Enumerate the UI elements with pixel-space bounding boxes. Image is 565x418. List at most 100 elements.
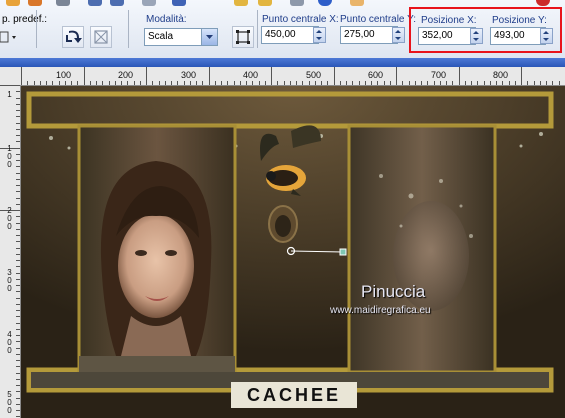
reset-button[interactable] xyxy=(90,26,112,48)
ruler-tick xyxy=(159,81,160,85)
ruler-tick xyxy=(16,410,20,411)
center-button[interactable] xyxy=(232,26,254,48)
ruler-tick xyxy=(16,179,20,180)
ruler-tick xyxy=(290,81,291,85)
undo-icon[interactable] xyxy=(172,0,186,6)
save-icon[interactable] xyxy=(88,0,102,6)
ruler-tick xyxy=(16,348,20,349)
help-icon[interactable] xyxy=(318,0,332,6)
ruler-tick xyxy=(16,398,20,399)
ruler-tick xyxy=(552,81,553,85)
ruler-tick xyxy=(16,160,20,161)
center-y-input[interactable]: 275,00 xyxy=(340,26,398,44)
ruler-label: 4 0 0 xyxy=(7,330,12,355)
ruler-tick xyxy=(527,81,528,85)
mode-label: Modalità: xyxy=(146,14,187,25)
ruler-tick xyxy=(321,81,322,85)
position-y-spinner[interactable] xyxy=(540,28,553,44)
position-y-value: 493,00 xyxy=(494,30,525,41)
position-x-spinner[interactable] xyxy=(470,28,483,44)
ruler-tick xyxy=(16,173,20,174)
ruler-tick xyxy=(16,154,20,155)
ruler-label: 600 xyxy=(368,70,384,80)
folder-icon[interactable] xyxy=(28,0,42,6)
save-as-icon[interactable] xyxy=(110,0,124,6)
print-icon[interactable] xyxy=(56,0,70,6)
chevron-down-icon[interactable] xyxy=(201,29,217,45)
ruler-tick xyxy=(152,81,153,85)
ruler-tick xyxy=(34,81,35,85)
ruler-tick xyxy=(234,81,235,85)
ruler-tick xyxy=(16,254,20,255)
ruler-tick xyxy=(340,81,341,85)
tool-icon[interactable] xyxy=(290,0,304,6)
center-icon xyxy=(236,30,250,44)
ruler-tick xyxy=(16,216,20,217)
ruler-tick xyxy=(77,81,78,85)
ruler-label: 100 xyxy=(56,70,72,80)
image-window-titlebar[interactable] xyxy=(0,58,565,67)
ruler-tick xyxy=(452,81,453,85)
ruler-tick xyxy=(477,81,478,85)
apply-button[interactable] xyxy=(62,26,84,48)
color2-icon[interactable] xyxy=(258,0,272,6)
ruler-tick xyxy=(190,81,191,85)
ruler-tick xyxy=(534,81,535,85)
center-x-spinner[interactable] xyxy=(313,27,326,43)
ruler-tick xyxy=(16,248,20,249)
scan-icon[interactable] xyxy=(142,0,156,6)
ruler-tick xyxy=(259,81,260,85)
ruler-tick xyxy=(16,379,20,380)
ruler-tick xyxy=(16,404,20,405)
ruler-tick xyxy=(334,67,335,85)
ruler-tick xyxy=(16,316,20,317)
presets-dropdown[interactable] xyxy=(0,30,20,44)
ruler-tick xyxy=(540,81,541,85)
open-icon[interactable] xyxy=(6,0,20,6)
center-x-label: Punto centrale X: xyxy=(262,14,339,25)
ruler-tick xyxy=(171,81,172,85)
ruler-tick xyxy=(252,81,253,85)
ruler-tick xyxy=(296,81,297,85)
ruler-tick xyxy=(65,81,66,85)
ruler-tick xyxy=(16,135,20,136)
ruler-tick xyxy=(16,260,20,261)
ruler-tick xyxy=(465,81,466,85)
ruler-tick xyxy=(471,81,472,85)
center-y-value: 275,00 xyxy=(344,29,375,40)
mode-value: Scala xyxy=(148,31,174,42)
ruler-tick xyxy=(0,85,20,86)
position-x-input[interactable]: 352,00 xyxy=(418,27,476,45)
ruler-tick xyxy=(490,81,491,85)
ruler-tick xyxy=(16,229,20,230)
ruler-tick xyxy=(16,104,20,105)
vertical-ruler: 1 1 0 0 2 0 0 3 0 0 4 0 0 5 0 0 xyxy=(0,85,21,418)
mode-select[interactable]: Scala xyxy=(144,28,218,46)
ruler-tick xyxy=(509,81,510,85)
ruler-tick xyxy=(71,81,72,85)
ruler-tick xyxy=(16,360,20,361)
ruler-label: 700 xyxy=(431,70,447,80)
ruler-tick xyxy=(165,81,166,85)
photo-fix-icon[interactable] xyxy=(350,0,364,6)
image-canvas[interactable]: Pinuccia www.maidiregrafica.eu CACHEE xyxy=(21,86,565,418)
close-red-icon[interactable] xyxy=(536,0,550,6)
ruler-tick xyxy=(484,81,485,85)
ruler-tick xyxy=(16,416,20,417)
position-y-input[interactable]: 493,00 xyxy=(490,27,546,45)
ruler-tick xyxy=(265,81,266,85)
center-x-input[interactable]: 450,00 xyxy=(261,26,319,44)
center-y-spinner[interactable] xyxy=(392,27,405,43)
color-icon[interactable] xyxy=(234,0,248,6)
ruler-tick xyxy=(16,241,20,242)
ruler-tick xyxy=(16,341,20,342)
ruler-tick xyxy=(427,81,428,85)
ruler-tick xyxy=(240,81,241,85)
ruler-tick xyxy=(371,81,372,85)
ruler-tick xyxy=(327,81,328,85)
ruler-tick xyxy=(459,67,460,85)
ruler-tick xyxy=(16,129,20,130)
ruler-tick xyxy=(16,373,20,374)
ruler-tick xyxy=(16,223,20,224)
ruler-tick xyxy=(90,81,91,85)
